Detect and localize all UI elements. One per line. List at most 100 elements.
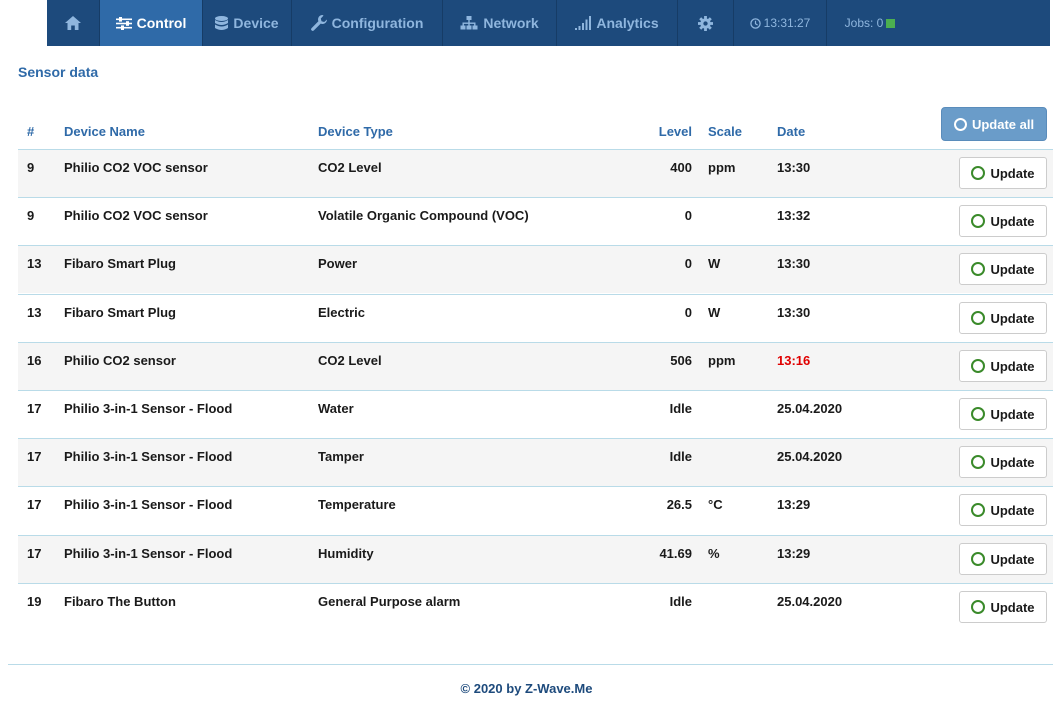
signal-icon: [575, 16, 592, 30]
nav-analytics[interactable]: Analytics: [557, 0, 677, 46]
update-button-label: Update: [990, 406, 1035, 422]
table-row: 17 Philio 3-in-1 Sensor - Flood Water Idle 2…: [18, 390, 1053, 438]
refresh-circle-icon: [971, 359, 986, 373]
row-scale: W: [708, 256, 721, 271]
row-device-type: Electric: [318, 305, 365, 320]
update-button[interactable]: Update: [959, 157, 1047, 189]
update-button-label: Update: [990, 358, 1035, 374]
row-id: 17: [27, 449, 42, 464]
row-device-name: Fibaro Smart Plug: [64, 305, 176, 320]
page-title: Sensor data: [18, 64, 99, 80]
row-scale: ppm: [708, 160, 736, 175]
table-row: 17 Philio 3-in-1 Sensor - Flood Temperatur…: [18, 486, 1053, 534]
row-level: Idle: [669, 594, 692, 609]
row-device-name: Philio 3-in-1 Sensor - Flood: [64, 497, 233, 512]
column-header-scale[interactable]: Scale: [708, 124, 742, 139]
update-button-label: Update: [990, 310, 1035, 326]
row-scale: W: [708, 305, 721, 320]
row-device-name: Philio 3-in-1 Sensor - Flood: [64, 401, 233, 416]
footer-copyright: © 2020 by Z-Wave.Me: [460, 681, 593, 696]
nav-control[interactable]: Control: [100, 0, 202, 46]
row-date: 25.04.2020: [777, 594, 843, 609]
table-row: 17 Philio 3-in-1 Sensor - Flood Tamper Idle…: [18, 438, 1053, 486]
nav-device[interactable]: Device: [203, 0, 291, 46]
update-button-label: Update: [990, 502, 1035, 518]
column-header-level[interactable]: Level: [612, 124, 692, 139]
update-button[interactable]: Update: [959, 398, 1047, 430]
update-button[interactable]: Update: [959, 302, 1047, 334]
row-device-name: Fibaro The Button: [64, 594, 176, 609]
row-device-type: Power: [318, 256, 358, 271]
refresh-circle-icon: [971, 166, 986, 180]
refresh-circle-icon: [971, 600, 986, 614]
row-date: 13:16: [777, 353, 811, 368]
row-level: 41.69: [659, 546, 692, 561]
refresh-circle-icon: [971, 552, 986, 566]
row-id: 9: [27, 208, 35, 223]
jobs-indicator[interactable]: Jobs: 0: [827, 0, 913, 46]
row-id: 17: [27, 546, 42, 561]
table-row: 13 Fibaro Smart Plug Electric 0 W 13:30 Update: [18, 294, 1053, 342]
nav-device-label: Device: [233, 15, 279, 31]
update-all-button[interactable]: Update all: [941, 107, 1047, 141]
update-button[interactable]: Update: [959, 494, 1047, 526]
row-date: 25.04.2020: [777, 449, 843, 464]
table-row: 9 Philio CO2 VOC sensor Volatile Organic C…: [18, 197, 1053, 245]
row-level: 0: [684, 305, 692, 320]
row-device-name: Philio CO2 VOC sensor: [64, 160, 208, 175]
row-id: 13: [27, 305, 42, 320]
update-button-label: Update: [990, 261, 1035, 277]
row-device-type: Tamper: [318, 449, 364, 464]
row-date: 13:32: [777, 208, 811, 223]
row-level: 0: [684, 208, 692, 223]
row-level: 26.5: [666, 497, 692, 512]
row-device-type: CO2 Level: [318, 160, 382, 175]
row-device-type: Temperature: [318, 497, 396, 512]
row-device-type: Humidity: [318, 546, 374, 561]
nav-configuration-label: Configuration: [331, 15, 424, 31]
row-date: 13:30: [777, 160, 811, 175]
row-date: 13:30: [777, 256, 811, 271]
clock-display: 13:31:27: [734, 0, 826, 46]
nav-configuration[interactable]: Configuration: [292, 0, 442, 46]
column-header-date[interactable]: Date: [777, 124, 805, 139]
update-all-label: Update all: [971, 116, 1035, 132]
clock-time: 13:31:27: [763, 16, 811, 30]
update-button-label: Update: [990, 165, 1035, 181]
row-device-name: Philio 3-in-1 Sensor - Flood: [64, 449, 233, 464]
refresh-circle-icon: [971, 455, 986, 469]
gear-icon: [698, 15, 713, 31]
column-header-device-name[interactable]: Device Name: [64, 124, 145, 139]
nav-home[interactable]: [47, 0, 99, 46]
nav-network[interactable]: Network: [443, 0, 556, 46]
update-button[interactable]: Update: [959, 205, 1047, 237]
nav-control-label: Control: [136, 15, 187, 31]
update-button[interactable]: Update: [959, 350, 1047, 382]
row-level: Idle: [669, 449, 692, 464]
refresh-circle-icon: [953, 117, 967, 131]
row-scale: ppm: [708, 353, 736, 368]
wrench-icon: [310, 15, 327, 31]
update-button-label: Update: [990, 599, 1035, 615]
update-button[interactable]: Update: [959, 543, 1047, 575]
table-row: 17 Philio 3-in-1 Sensor - Flood Humidity 41…: [18, 535, 1053, 583]
update-button[interactable]: Update: [959, 591, 1047, 623]
row-scale: %: [708, 546, 720, 561]
table-row: 13 Fibaro Smart Plug Power 0 W 13:30 Update: [18, 245, 1053, 293]
update-button-label: Update: [990, 454, 1035, 470]
network-icon: [460, 16, 478, 30]
nav-network-label: Network: [483, 15, 539, 31]
row-date: 13:30: [777, 305, 811, 320]
column-header-device-type[interactable]: Device Type: [318, 124, 393, 139]
clock-icon: [749, 17, 761, 29]
row-id: 17: [27, 497, 42, 512]
jobs-status-dot: [886, 18, 896, 28]
jobs-label: Jobs: 0: [844, 16, 884, 30]
update-button[interactable]: Update: [959, 446, 1047, 478]
refresh-circle-icon: [971, 407, 986, 421]
update-button[interactable]: Update: [959, 253, 1047, 285]
nav-settings[interactable]: [678, 0, 733, 46]
row-level: 400: [670, 160, 692, 175]
refresh-circle-icon: [971, 311, 986, 325]
column-header-id: #: [27, 124, 35, 139]
